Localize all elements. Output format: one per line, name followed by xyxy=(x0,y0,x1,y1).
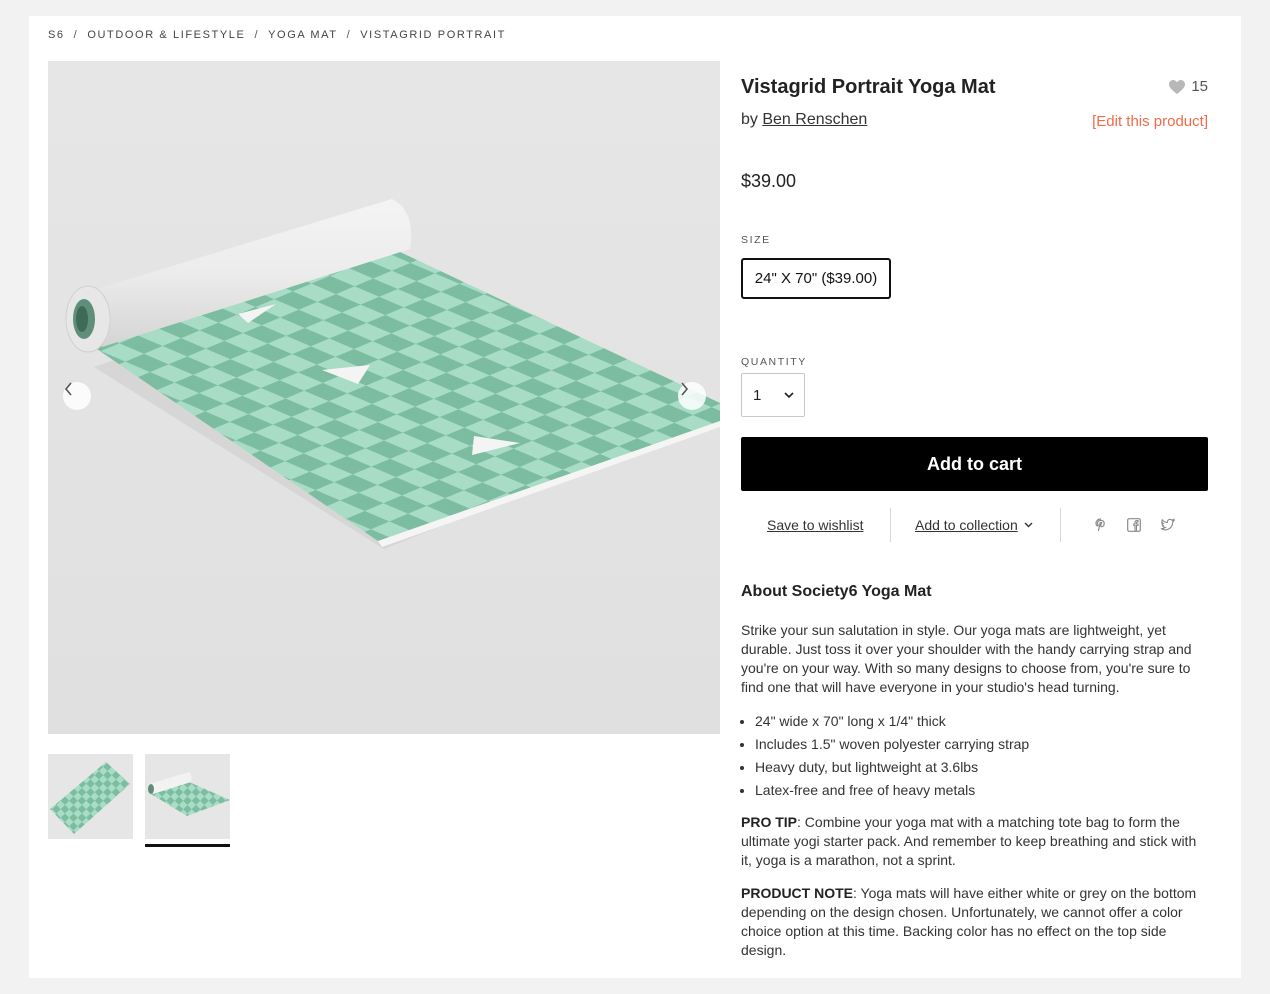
chevron-left-icon xyxy=(64,382,72,396)
previous-image-button[interactable] xyxy=(63,382,91,410)
pro-tip: PRO TIP: Combine your yoga mat with a ma… xyxy=(741,813,1208,870)
list-item: Includes 1.5" woven polyester carrying s… xyxy=(755,733,1205,756)
product-main-image[interactable] xyxy=(48,61,720,734)
product-note-label: PRODUCT NOTE xyxy=(741,885,853,901)
facebook-icon[interactable] xyxy=(1127,518,1141,532)
breadcrumb: S6 / OUTDOOR & LIFESTYLE / YOGA MAT / VI… xyxy=(48,29,506,41)
add-to-collection-dropdown[interactable]: Add to collection xyxy=(915,517,1033,533)
yoga-mat-illustration xyxy=(65,199,720,549)
product-price: $39.00 xyxy=(741,171,797,191)
heart-icon xyxy=(1169,79,1186,94)
save-to-wishlist-link[interactable]: Save to wishlist xyxy=(767,517,863,533)
by-prefix: by xyxy=(741,111,758,128)
artist-byline: by Ben Renschen xyxy=(741,111,867,129)
favorite-button[interactable]: 15 xyxy=(1168,78,1208,95)
chevron-right-icon xyxy=(681,382,689,396)
add-to-cart-button[interactable]: Add to cart xyxy=(741,437,1208,491)
chevron-down-icon xyxy=(784,391,794,398)
add-to-collection-label: Add to collection xyxy=(915,517,1018,533)
active-thumbnail-indicator xyxy=(145,844,230,847)
favorites-count: 15 xyxy=(1191,78,1208,95)
product-actions: Save to wishlist Add to collection xyxy=(741,508,1208,542)
next-image-button[interactable] xyxy=(678,382,706,410)
list-item: 24" wide x 70" long x 1/4" thick xyxy=(755,710,1205,733)
pro-tip-label: PRO TIP xyxy=(741,814,798,830)
size-option-selected[interactable]: 24" X 70" ($39.00) xyxy=(741,258,891,299)
divider xyxy=(1060,508,1061,542)
breadcrumb-separator: / xyxy=(73,29,79,41)
breadcrumb-home[interactable]: S6 xyxy=(48,29,65,41)
divider xyxy=(890,508,891,542)
breadcrumb-current[interactable]: VISTAGRID PORTRAIT xyxy=(360,29,506,41)
artist-link[interactable]: Ben Renschen xyxy=(762,111,867,128)
product-info: Vistagrid Portrait Yoga Mat 15 by Ben Re… xyxy=(741,16,1208,978)
breadcrumb-separator: / xyxy=(254,29,260,41)
about-intro: Strike your sun salutation in style. Our… xyxy=(741,622,1192,695)
quantity-label: QUANTITY xyxy=(741,356,807,368)
product-page: S6 / OUTDOOR & LIFESTYLE / YOGA MAT / VI… xyxy=(29,16,1241,978)
thumbnail-flat[interactable] xyxy=(48,754,133,839)
breadcrumb-category[interactable]: OUTDOOR & LIFESTYLE xyxy=(87,29,245,41)
chevron-down-icon xyxy=(1024,522,1033,528)
thumbnail-image xyxy=(48,754,133,839)
about-heading: About Society6 Yoga Mat xyxy=(741,583,932,600)
thumbnail-rolled[interactable] xyxy=(145,754,230,839)
list-item: Heavy duty, but lightweight at 3.6lbs xyxy=(755,756,1205,779)
product-note: PRODUCT NOTE: Yoga mats will have either… xyxy=(741,884,1208,960)
twitter-icon[interactable] xyxy=(1160,518,1175,532)
pro-tip-text: : Combine your yoga mat with a matching … xyxy=(741,814,1197,868)
thumbnail-image xyxy=(145,754,230,839)
breadcrumb-separator: / xyxy=(346,29,352,41)
edit-product-link[interactable]: [Edit this product] xyxy=(1092,113,1208,130)
feature-list: 24" wide x 70" long x 1/4" thick Include… xyxy=(755,710,1205,802)
quantity-value: 1 xyxy=(753,386,762,404)
pinterest-icon[interactable] xyxy=(1094,518,1108,532)
breadcrumb-subcategory[interactable]: YOGA MAT xyxy=(268,29,337,41)
quantity-select[interactable]: 1 xyxy=(741,373,805,417)
product-title: Vistagrid Portrait Yoga Mat xyxy=(741,76,996,98)
list-item: Latex-free and free of heavy metals xyxy=(755,779,1205,802)
size-label: SIZE xyxy=(741,234,771,246)
